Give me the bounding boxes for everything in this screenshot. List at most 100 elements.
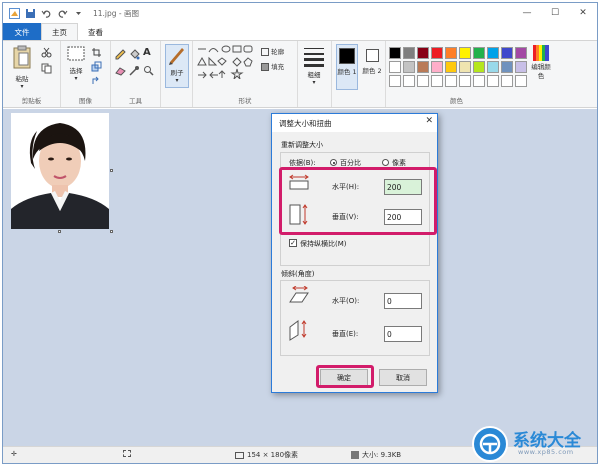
select-button[interactable]: 选择 ▾ bbox=[66, 45, 86, 82]
edit-colors-button[interactable]: 编辑颜色 bbox=[529, 45, 553, 81]
outline-dropdown[interactable]: 轮廓 bbox=[261, 46, 284, 56]
ribbon: 粘贴 ▾ 剪贴板 选择 ▾ 图像 A 工具 刷子 ▾ 轮廓 填充 形状 粗细 ▾… bbox=[3, 40, 597, 108]
percent-radio[interactable] bbox=[330, 159, 337, 166]
watermark-url: www.xp85.com bbox=[518, 448, 574, 456]
paste-button[interactable]: 粘贴 ▾ bbox=[11, 45, 33, 90]
palette-swatch[interactable] bbox=[389, 75, 401, 87]
palette-swatch[interactable] bbox=[459, 75, 471, 87]
palette-swatch[interactable] bbox=[487, 47, 499, 59]
size-group: 粗细 ▾ bbox=[298, 41, 332, 107]
fill-icon bbox=[261, 63, 269, 71]
fill-label: 填充 bbox=[271, 63, 285, 71]
color-picker-icon[interactable] bbox=[129, 65, 140, 78]
tab-view[interactable]: 查看 bbox=[78, 23, 113, 41]
cancel-button[interactable]: 取消 bbox=[379, 369, 427, 386]
color-1-button[interactable]: 颜色 1 bbox=[336, 44, 358, 90]
palette-swatch[interactable] bbox=[473, 61, 485, 73]
image-group-label: 图像 bbox=[79, 97, 92, 105]
resize-skew-dialog: 调整大小和扭曲 ✕ 重新调整大小 依据(B): 百分比 像素 水平(H): 20… bbox=[271, 113, 438, 393]
fill-bucket-icon[interactable] bbox=[129, 49, 140, 62]
palette-swatch[interactable] bbox=[515, 47, 527, 59]
portrait-photo bbox=[11, 113, 109, 229]
palette-swatch[interactable] bbox=[403, 61, 415, 73]
palette-swatch[interactable] bbox=[473, 75, 485, 87]
palette-swatch[interactable] bbox=[417, 75, 429, 87]
rotate-icon[interactable] bbox=[91, 75, 102, 88]
copy-icon[interactable] bbox=[41, 63, 52, 76]
redo-icon[interactable] bbox=[57, 8, 68, 19]
canvas-resize-handle-bottom[interactable] bbox=[58, 230, 61, 233]
pixels-radio[interactable] bbox=[382, 159, 389, 166]
palette-swatch[interactable] bbox=[445, 47, 457, 59]
cursor-icon: ✛ bbox=[11, 450, 17, 458]
pencil-icon[interactable] bbox=[115, 49, 126, 62]
text-tool-icon[interactable]: A bbox=[143, 47, 151, 58]
minimize-button[interactable]: — bbox=[513, 3, 541, 23]
palette-swatch[interactable] bbox=[487, 75, 499, 87]
palette-swatch[interactable] bbox=[501, 61, 513, 73]
shapes-gallery[interactable] bbox=[196, 45, 256, 81]
tools-group-label: 工具 bbox=[129, 97, 142, 105]
clipboard-group: 粘贴 ▾ 剪贴板 bbox=[3, 41, 61, 107]
brushes-button[interactable]: 刷子 ▾ bbox=[165, 44, 189, 88]
close-button[interactable]: ✕ bbox=[569, 3, 597, 23]
dialog-close-icon[interactable]: ✕ bbox=[425, 116, 433, 126]
dialog-title: 调整大小和扭曲 bbox=[272, 114, 437, 132]
skew-vertical-icon bbox=[288, 319, 310, 343]
palette-swatch[interactable] bbox=[487, 61, 499, 73]
palette-swatch[interactable] bbox=[515, 75, 527, 87]
outline-label: 轮廓 bbox=[271, 48, 285, 56]
file-size-text: 大小: 9.3KB bbox=[362, 451, 402, 459]
customize-toolbar-icon[interactable] bbox=[73, 8, 84, 19]
palette-swatch[interactable] bbox=[417, 47, 429, 59]
save-icon[interactable] bbox=[25, 8, 36, 19]
ok-button-highlight bbox=[316, 365, 374, 388]
color-1-label: 颜色 1 bbox=[337, 68, 357, 76]
palette-swatch[interactable] bbox=[403, 47, 415, 59]
select-icon bbox=[67, 46, 85, 61]
palette-swatch[interactable] bbox=[431, 75, 443, 87]
magnifier-icon[interactable] bbox=[143, 65, 154, 78]
skew-horizontal-input[interactable]: 0 bbox=[384, 293, 422, 309]
maximize-button[interactable]: ☐ bbox=[541, 3, 569, 23]
palette-swatch[interactable] bbox=[501, 47, 513, 59]
keep-ratio-checkbox[interactable]: ✓ bbox=[289, 239, 297, 247]
tab-home[interactable]: 主页 bbox=[41, 23, 78, 41]
palette-swatch[interactable] bbox=[431, 47, 443, 59]
palette-swatch[interactable] bbox=[445, 61, 457, 73]
palette-swatch[interactable] bbox=[431, 61, 443, 73]
palette-swatch[interactable] bbox=[389, 61, 401, 73]
palette-swatch[interactable] bbox=[473, 47, 485, 59]
cut-icon[interactable] bbox=[41, 47, 52, 60]
selection-size bbox=[123, 450, 131, 457]
canvas-resize-handle-right[interactable] bbox=[110, 169, 113, 172]
skew-horizontal-label: 水平(O): bbox=[332, 297, 360, 305]
skew-vertical-input[interactable]: 0 bbox=[384, 326, 422, 342]
eraser-icon[interactable] bbox=[115, 65, 126, 78]
palette-swatch[interactable] bbox=[501, 75, 513, 87]
tab-file[interactable]: 文件 bbox=[3, 23, 41, 41]
shapes-gallery-icon bbox=[197, 45, 253, 81]
colors-group-label: 颜色 bbox=[450, 97, 463, 105]
palette-swatch[interactable] bbox=[403, 75, 415, 87]
undo-icon[interactable] bbox=[41, 8, 52, 19]
tools-group: A 工具 bbox=[111, 41, 161, 107]
size-button[interactable]: 粗细 ▾ bbox=[303, 45, 325, 86]
palette-swatch[interactable] bbox=[459, 61, 471, 73]
disk-icon bbox=[351, 451, 359, 459]
palette-swatch[interactable] bbox=[459, 47, 471, 59]
resize-icon[interactable] bbox=[91, 61, 102, 74]
fill-dropdown[interactable]: 填充 bbox=[261, 61, 284, 71]
canvas-resize-handle-corner[interactable] bbox=[110, 230, 113, 233]
selection-icon bbox=[123, 450, 131, 457]
palette-swatch[interactable] bbox=[445, 75, 457, 87]
crop-icon[interactable] bbox=[91, 47, 102, 60]
resize-legend: 重新调整大小 bbox=[281, 141, 323, 149]
color-2-button[interactable]: 颜色 2 bbox=[362, 44, 382, 90]
palette-swatch[interactable] bbox=[417, 61, 429, 73]
color-2-swatch bbox=[365, 49, 379, 62]
canvas-image[interactable] bbox=[11, 113, 109, 229]
palette-swatch[interactable] bbox=[389, 47, 401, 59]
palette-swatch[interactable] bbox=[515, 61, 527, 73]
select-label: 选择 bbox=[69, 67, 83, 75]
